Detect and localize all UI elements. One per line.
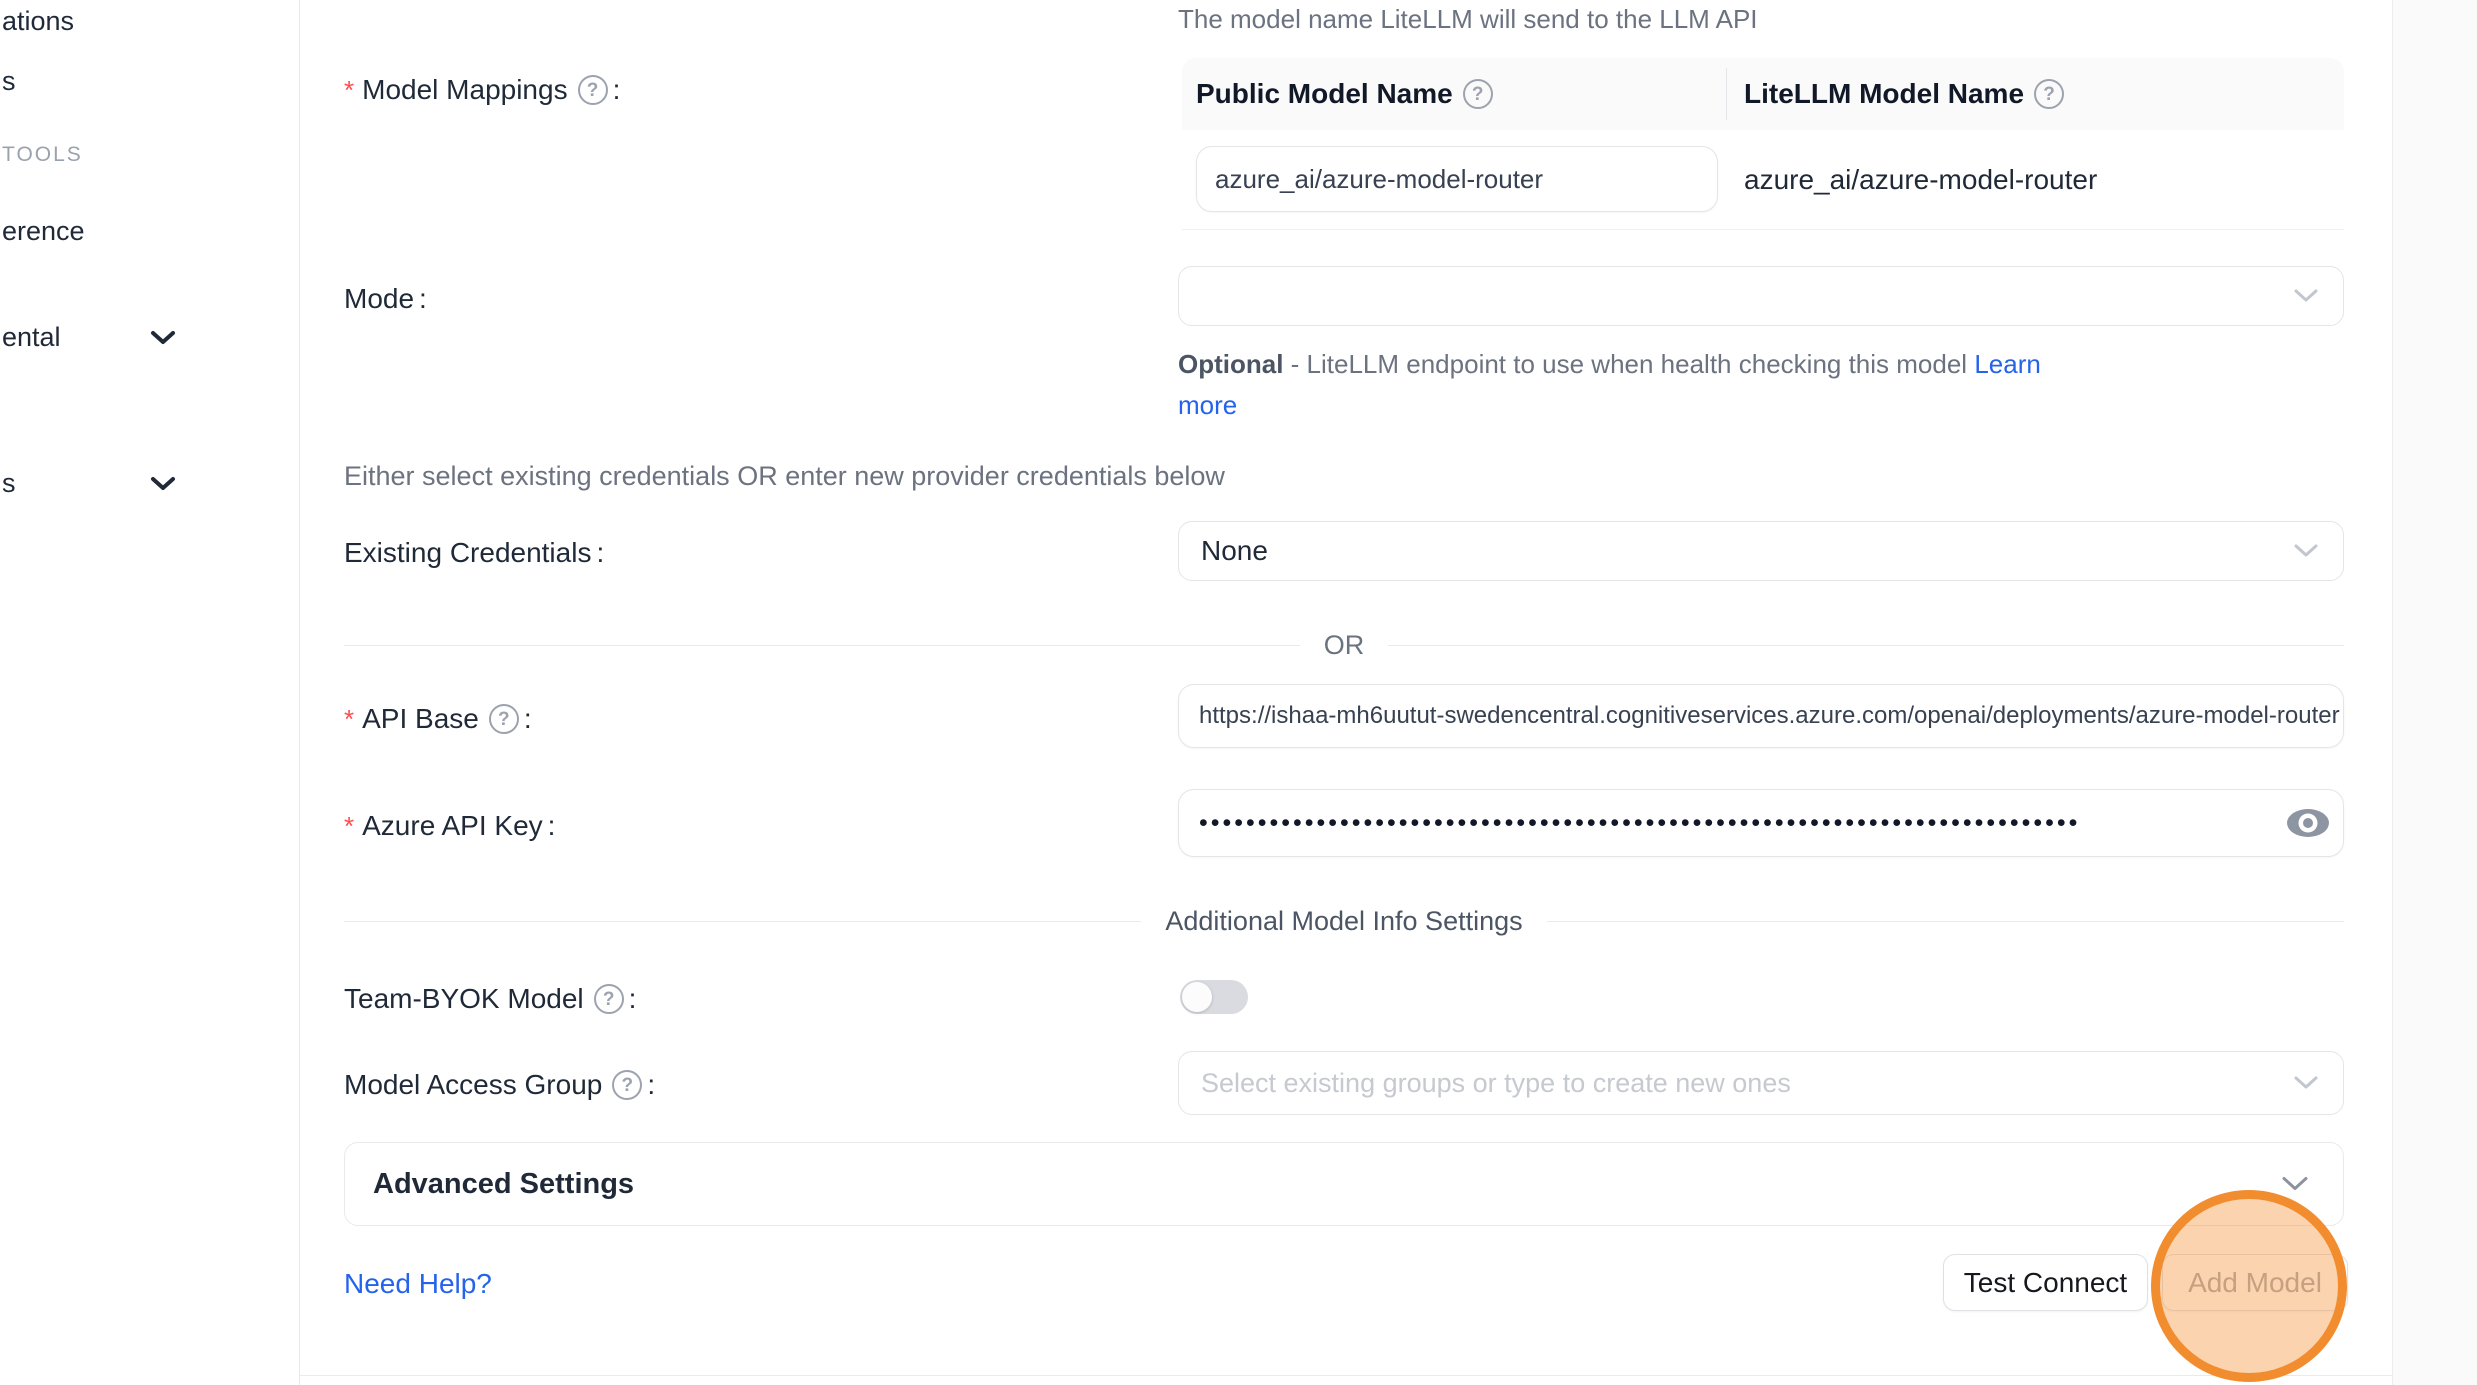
- masked-api-key: ••••••••••••••••••••••••••••••••••••••••…: [1179, 809, 2239, 838]
- model-access-group-label-text: Model Access Group: [344, 1069, 602, 1101]
- azure-api-key-input[interactable]: ••••••••••••••••••••••••••••••••••••••••…: [1178, 789, 2344, 857]
- existing-credentials-select[interactable]: None: [1178, 521, 2344, 581]
- required-asterisk: *: [344, 811, 354, 842]
- help-icon[interactable]: ?: [612, 1070, 642, 1100]
- credentials-note: Either select existing credentials OR en…: [344, 461, 1225, 492]
- or-divider-text: OR: [1300, 630, 1389, 661]
- toggle-visibility-button[interactable]: [2285, 802, 2331, 844]
- colon: :: [613, 74, 621, 106]
- chevron-down-icon[interactable]: [150, 330, 176, 346]
- api-base-input[interactable]: https://ishaa-mh6uutut-swedencentral.cog…: [1178, 684, 2344, 748]
- model-access-group-label: Model Access Group ? :: [344, 1069, 655, 1101]
- required-asterisk: *: [344, 75, 354, 106]
- sidebar-item-experimental[interactable]: ental: [2, 322, 61, 353]
- model-mappings-label: * Model Mappings ? :: [344, 74, 620, 106]
- advanced-settings-panel[interactable]: Advanced Settings: [344, 1142, 2344, 1226]
- model-mappings-table: Public Model Name ? LiteLLM Model Name ?…: [1182, 58, 2344, 230]
- api-base-label-text: API Base: [362, 703, 479, 735]
- help-icon[interactable]: ?: [594, 984, 624, 1014]
- required-asterisk: *: [344, 704, 354, 735]
- api-base-label: * API Base ? :: [344, 703, 532, 735]
- existing-credentials-label-text: Existing Credentials: [344, 537, 591, 569]
- help-icon[interactable]: ?: [489, 704, 519, 734]
- colon: :: [596, 537, 604, 569]
- additional-settings-divider-text: Additional Model Info Settings: [1141, 906, 1546, 937]
- team-byok-label-text: Team-BYOK Model: [344, 983, 584, 1015]
- azure-api-key-label-text: Azure API Key: [362, 810, 543, 842]
- help-icon[interactable]: ?: [578, 75, 608, 105]
- advanced-settings-title: Advanced Settings: [345, 1168, 634, 1201]
- chevron-down-icon: [2293, 288, 2319, 304]
- test-connect-button[interactable]: Test Connect: [1943, 1254, 2148, 1311]
- chevron-down-icon: [2293, 543, 2319, 559]
- table-row: azure_ai/azure-model-router: [1182, 130, 2344, 230]
- or-divider: OR: [344, 631, 2344, 659]
- add-model-button[interactable]: Add Model: [2162, 1254, 2348, 1311]
- model-access-group-select[interactable]: Select existing groups or type to create…: [1178, 1051, 2344, 1115]
- divider-line: [1388, 645, 2344, 646]
- sidebar-item-organizations[interactable]: ations: [2, 6, 74, 37]
- need-help-link[interactable]: Need Help?: [344, 1268, 492, 1300]
- mode-label-text: Mode: [344, 283, 414, 315]
- add-model-form-page: ations s TOOLS erence ental s The model …: [0, 0, 2477, 1385]
- mode-select[interactable]: [1178, 266, 2344, 326]
- litellm-model-name-header: LiteLLM Model Name ?: [1726, 78, 2064, 110]
- chevron-down-icon[interactable]: [150, 476, 176, 492]
- model-mappings-label-text: Model Mappings: [362, 74, 567, 106]
- sidebar-divider: [299, 0, 300, 1385]
- chevron-down-icon: [2281, 1176, 2309, 1193]
- existing-credentials-label: Existing Credentials :: [344, 537, 604, 569]
- colon: :: [629, 983, 637, 1015]
- colon: :: [548, 810, 556, 842]
- model-access-group-placeholder: Select existing groups or type to create…: [1179, 1068, 1791, 1099]
- sidebar-section-tools: TOOLS: [2, 143, 83, 167]
- mode-label: Mode :: [344, 283, 427, 315]
- public-model-name-header-text: Public Model Name: [1196, 78, 1453, 110]
- column-divider: [1726, 68, 1727, 120]
- colon: :: [419, 283, 427, 315]
- litellm-model-name-value: azure_ai/azure-model-router: [1744, 130, 2097, 230]
- divider-line: [1547, 921, 2344, 922]
- card-bottom-border: [300, 1375, 2392, 1376]
- sidebar-item-clipped-2[interactable]: s: [2, 468, 16, 499]
- colon: :: [647, 1069, 655, 1101]
- sidebar-item-inference[interactable]: erence: [2, 216, 85, 247]
- colon: :: [524, 703, 532, 735]
- model-mappings-table-header: Public Model Name ? LiteLLM Model Name ?: [1182, 58, 2344, 130]
- mode-help-text: Optional - LiteLLM endpoint to use when …: [1178, 344, 2083, 426]
- chevron-down-icon: [2293, 1075, 2319, 1091]
- team-byok-label: Team-BYOK Model ? :: [344, 983, 636, 1015]
- team-byok-toggle[interactable]: [1180, 980, 1248, 1014]
- divider-line: [344, 921, 1141, 922]
- toggle-knob: [1182, 982, 1212, 1012]
- mode-help-bold: Optional: [1178, 349, 1283, 379]
- existing-credentials-value: None: [1179, 535, 1268, 567]
- sidebar-item-clipped-1[interactable]: s: [2, 66, 16, 97]
- litellm-model-name-header-text: LiteLLM Model Name: [1744, 78, 2024, 110]
- mode-help-body: - LiteLLM endpoint to use when health ch…: [1283, 349, 1974, 379]
- divider-line: [344, 645, 1300, 646]
- additional-settings-divider: Additional Model Info Settings: [344, 907, 2344, 935]
- help-icon[interactable]: ?: [2034, 79, 2064, 109]
- public-model-name-header: Public Model Name ?: [1182, 78, 1726, 110]
- azure-api-key-label: * Azure API Key :: [344, 810, 555, 842]
- page-right-strip: [2392, 0, 2477, 1385]
- litellm-model-name-hint: The model name LiteLLM will send to the …: [1178, 4, 1758, 35]
- public-model-name-input[interactable]: [1196, 146, 1718, 212]
- eye-icon: [2285, 805, 2331, 841]
- help-icon[interactable]: ?: [1463, 79, 1493, 109]
